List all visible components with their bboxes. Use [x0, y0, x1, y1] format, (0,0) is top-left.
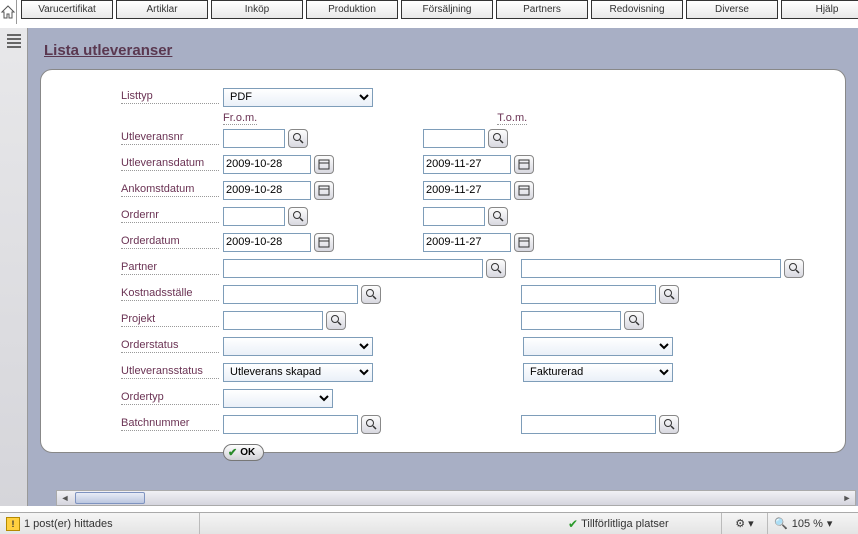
utleveransstatus-to-select[interactable]: Fakturerad	[523, 363, 673, 382]
label-ordernr: Ordernr	[121, 209, 219, 223]
orderstatus-to-select[interactable]	[523, 337, 673, 356]
tab-partners[interactable]: Partners	[496, 0, 588, 19]
calendar-icon[interactable]	[314, 181, 334, 200]
search-icon[interactable]	[361, 285, 381, 304]
search-icon[interactable]	[659, 415, 679, 434]
search-icon[interactable]	[288, 129, 308, 148]
zoom-level: 105 %	[792, 518, 823, 530]
ordertyp-select[interactable]	[223, 389, 333, 408]
ankomstdatum-from-input[interactable]	[223, 181, 311, 200]
label-orderdatum: Orderdatum	[121, 235, 219, 249]
partner-to-input[interactable]	[521, 259, 781, 278]
chevron-down-icon[interactable]: ▾	[827, 517, 833, 530]
settings-icon[interactable]: ⚙ ▾	[735, 517, 753, 530]
tab-produktion[interactable]: Produktion	[306, 0, 398, 19]
orderdatum-to-input[interactable]	[423, 233, 511, 252]
utleveransdatum-to-input[interactable]	[423, 155, 511, 174]
tab-artiklar[interactable]: Artiklar	[116, 0, 208, 19]
batchnummer-from-input[interactable]	[223, 415, 358, 434]
col-header-from: Fr.o.m.	[223, 112, 257, 125]
calendar-icon[interactable]	[314, 155, 334, 174]
search-icon[interactable]	[361, 415, 381, 434]
projekt-from-input[interactable]	[223, 311, 323, 330]
filter-panel: Listtyp PDF Fr.o.m. T.o.m. Utleveransnr …	[40, 69, 846, 453]
left-sidebar	[0, 28, 28, 506]
tab-varucertifikat[interactable]: Varucertifikat	[21, 0, 113, 19]
search-icon[interactable]	[288, 207, 308, 226]
utleveransnr-to-input[interactable]	[423, 129, 485, 148]
label-kostnadsstalle: Kostnadsställe	[121, 287, 219, 301]
tab-inkop[interactable]: Inköp	[211, 0, 303, 19]
calendar-icon[interactable]	[314, 233, 334, 252]
status-message: 1 post(er) hittades	[24, 518, 113, 530]
listtyp-select[interactable]: PDF	[223, 88, 373, 107]
search-icon[interactable]	[659, 285, 679, 304]
status-trust: Tillförlitliga platser	[581, 518, 669, 530]
page-title: Lista utleveranser	[44, 42, 846, 59]
check-icon: ✔	[228, 446, 237, 459]
projekt-to-input[interactable]	[521, 311, 621, 330]
col-header-to: T.o.m.	[497, 112, 527, 125]
calendar-icon[interactable]	[514, 181, 534, 200]
zoom-icon[interactable]: 🔍	[774, 517, 788, 530]
partner-from-input[interactable]	[223, 259, 483, 278]
orderdatum-from-input[interactable]	[223, 233, 311, 252]
tab-diverse[interactable]: Diverse	[686, 0, 778, 19]
label-partner: Partner	[121, 261, 219, 275]
calendar-icon[interactable]	[514, 155, 534, 174]
scroll-left-icon[interactable]: ◄	[57, 493, 73, 503]
search-icon[interactable]	[326, 311, 346, 330]
search-icon[interactable]	[486, 259, 506, 278]
label-utleveransstatus: Utleveransstatus	[121, 365, 219, 379]
label-projekt: Projekt	[121, 313, 219, 327]
scroll-right-icon[interactable]: ►	[839, 493, 855, 503]
orderstatus-from-select[interactable]	[223, 337, 373, 356]
search-icon[interactable]	[784, 259, 804, 278]
ordernr-from-input[interactable]	[223, 207, 285, 226]
kostnadsstalle-from-input[interactable]	[223, 285, 358, 304]
check-icon: ✔	[568, 517, 578, 531]
label-ankomstdatum: Ankomstdatum	[121, 183, 219, 197]
ordernr-to-input[interactable]	[423, 207, 485, 226]
ok-button[interactable]: ✔OK	[223, 444, 264, 461]
utleveransnr-from-input[interactable]	[223, 129, 285, 148]
search-icon[interactable]	[488, 207, 508, 226]
home-icon[interactable]	[0, 0, 17, 24]
label-listtyp: Listtyp	[121, 90, 219, 104]
horizontal-scrollbar[interactable]: ◄ ►	[56, 490, 856, 506]
utleveransdatum-from-input[interactable]	[223, 155, 311, 174]
menu-icon[interactable]	[7, 34, 21, 48]
search-icon[interactable]	[624, 311, 644, 330]
label-utleveransnr: Utleveransnr	[121, 131, 219, 145]
utleveransstatus-from-select[interactable]: Utleverans skapad	[223, 363, 373, 382]
label-batchnummer: Batchnummer	[121, 417, 219, 431]
scrollbar-thumb[interactable]	[75, 492, 145, 504]
menu-bar: Varucertifikat Artiklar Inköp Produktion…	[21, 0, 858, 19]
label-utleveransdatum: Utleveransdatum	[121, 157, 219, 171]
calendar-icon[interactable]	[514, 233, 534, 252]
warning-icon: !	[6, 517, 20, 531]
tab-forsaljning[interactable]: Försäljning	[401, 0, 493, 19]
kostnadsstalle-to-input[interactable]	[521, 285, 656, 304]
label-orderstatus: Orderstatus	[121, 339, 219, 353]
tab-hjalp[interactable]: Hjälp	[781, 0, 858, 19]
label-ordertyp: Ordertyp	[121, 391, 219, 405]
search-icon[interactable]	[488, 129, 508, 148]
ankomstdatum-to-input[interactable]	[423, 181, 511, 200]
tab-redovisning[interactable]: Redovisning	[591, 0, 683, 19]
ok-label: OK	[240, 447, 255, 458]
status-bar: ! 1 post(er) hittades ✔ Tillförlitliga p…	[0, 512, 858, 534]
batchnummer-to-input[interactable]	[521, 415, 656, 434]
